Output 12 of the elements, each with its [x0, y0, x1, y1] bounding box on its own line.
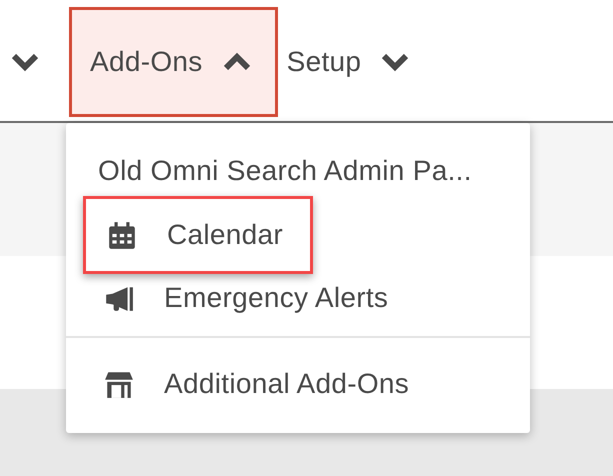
nav-tab[interactable]: Setup	[284, 7, 436, 117]
tab-label: Add-Ons	[90, 46, 203, 78]
nav-tab[interactable]: Add-Ons	[69, 7, 278, 117]
calendar-icon	[107, 220, 137, 250]
storefront-icon	[104, 369, 134, 399]
menu-item[interactable]: Additional Add-Ons	[66, 352, 530, 416]
caret-up-icon	[222, 52, 251, 72]
caret-down-icon	[381, 52, 410, 72]
menu-item[interactable]: Old Omni Search Admin Pa...	[66, 146, 530, 196]
tab-label: Setup	[286, 46, 362, 78]
caret-down-icon	[11, 52, 39, 72]
highlighted-menu-item[interactable]: Calendar	[83, 196, 313, 274]
